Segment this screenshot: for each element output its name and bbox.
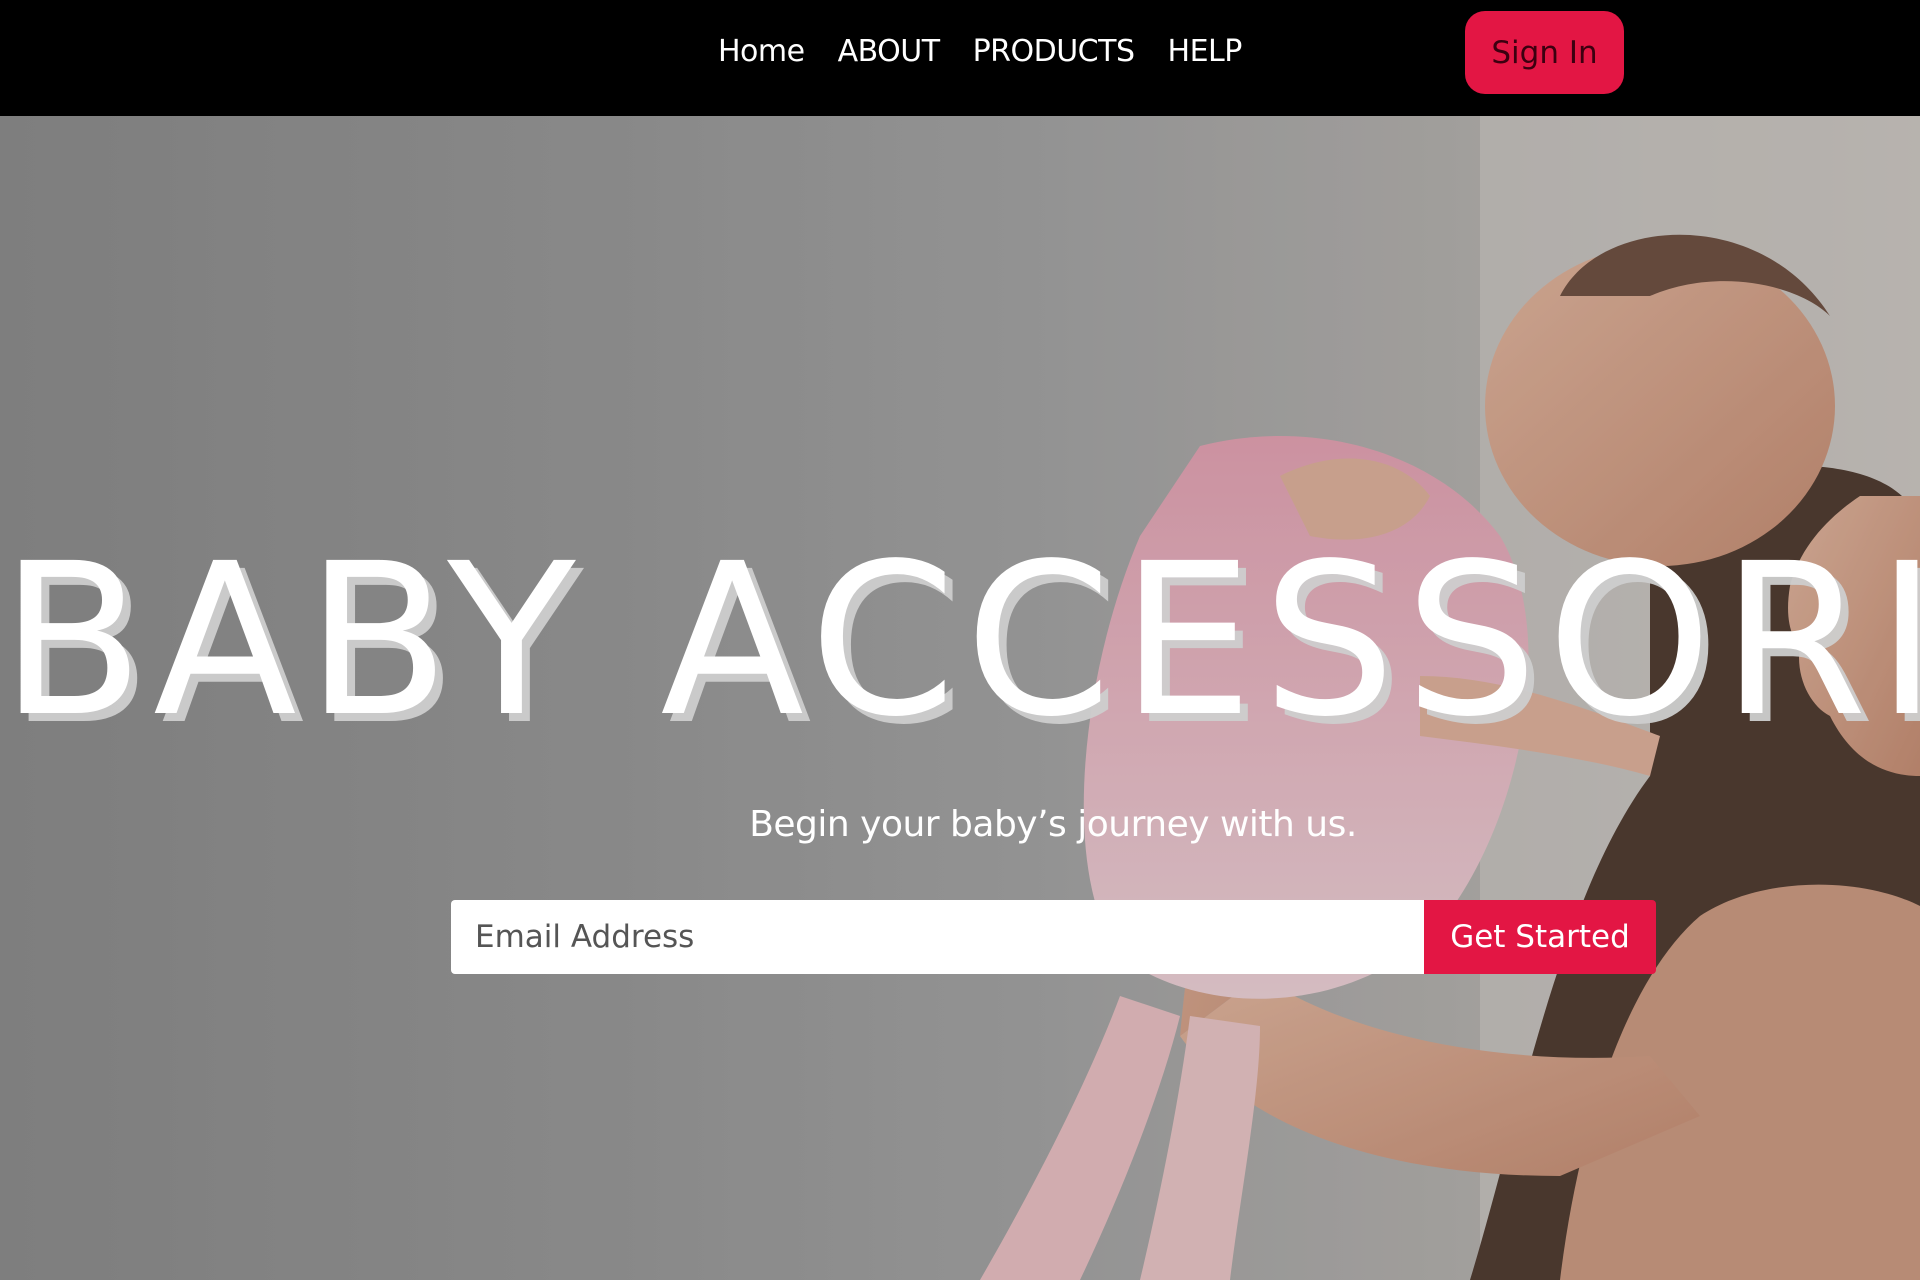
nav-link-about[interactable]: ABOUT [838, 34, 940, 69]
sign-in-button[interactable]: Sign In [1465, 11, 1624, 94]
top-navbar: Home ABOUT PRODUCTS HELP Sign In [0, 0, 1920, 116]
email-signup-form: Get Started [451, 900, 1656, 974]
nav-link-help[interactable]: HELP [1168, 34, 1243, 69]
hero-title: BABY ACCESSORIES [0, 518, 1920, 763]
hero-subtitle: Begin your baby’s journey with us. [749, 804, 1357, 845]
get-started-button[interactable]: Get Started [1424, 900, 1656, 974]
main-nav: Home ABOUT PRODUCTS HELP [718, 30, 1242, 72]
nav-link-home[interactable]: Home [718, 34, 805, 69]
email-address-input[interactable] [451, 900, 1424, 974]
hero-section: BABY ACCESSORIES Begin your baby’s journ… [0, 116, 1920, 1280]
nav-link-products[interactable]: PRODUCTS [973, 34, 1135, 69]
